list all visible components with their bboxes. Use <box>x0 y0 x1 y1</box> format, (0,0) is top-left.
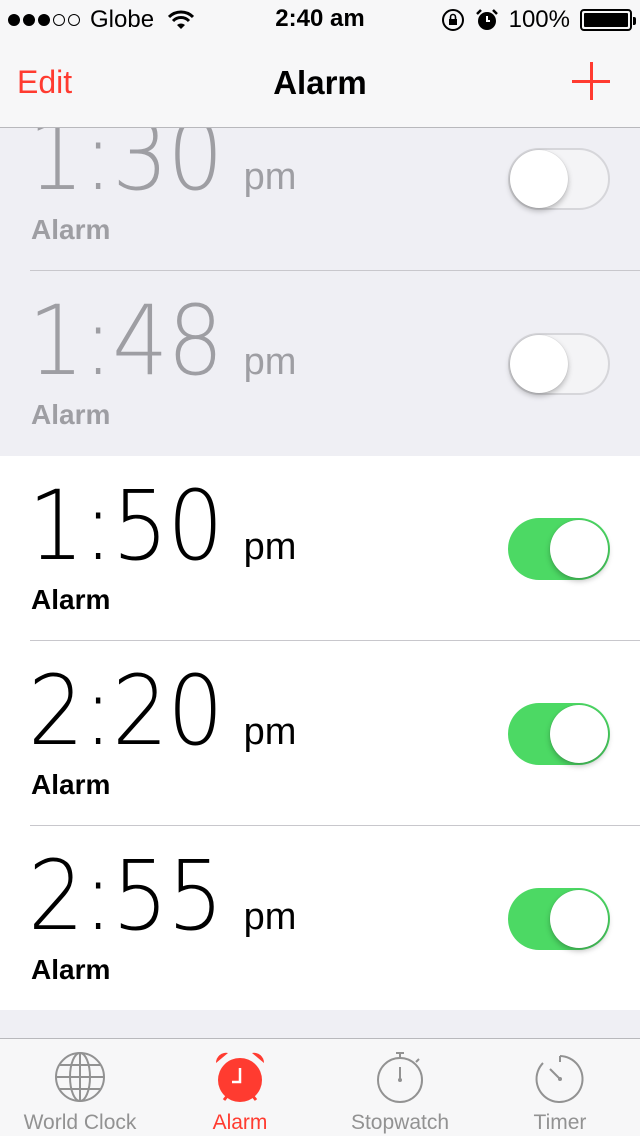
tab-label: Stopwatch <box>350 1111 450 1134</box>
status-bar: Globe 2:40 am 100% <box>0 0 640 40</box>
alarm-time-digits: 1:48 <box>28 285 224 397</box>
navigation-bar: Edit Alarm <box>0 40 640 128</box>
tab-stopwatch[interactable]: Stopwatch <box>320 1039 480 1136</box>
alarm-ampm: pm <box>243 896 297 938</box>
tab-timer[interactable]: Timer <box>480 1039 640 1136</box>
alarm-row[interactable]: 1:50 pm Alarm <box>0 456 640 641</box>
page-title: Alarm <box>273 64 367 101</box>
alarm-ampm: pm <box>243 341 297 383</box>
alarm-time: 2:20 pm <box>28 663 296 759</box>
alarm-row[interactable]: 1:30 pm Alarm <box>0 128 640 271</box>
toggle-knob <box>510 150 568 208</box>
toggle-knob <box>510 335 568 393</box>
alarm-row[interactable]: 1:48 pm Alarm <box>0 271 640 456</box>
alarm-time-digits: 1:30 <box>28 128 224 212</box>
alarm-time: 1:48 pm <box>28 293 296 389</box>
alarm-status-icon <box>475 9 498 30</box>
alarm-toggle[interactable] <box>508 518 610 580</box>
alarm-ampm: pm <box>243 526 297 568</box>
tab-label: Timer <box>533 1111 587 1134</box>
battery-icon <box>580 9 636 31</box>
stopwatch-icon <box>377 1052 423 1103</box>
timer-icon <box>535 1055 584 1103</box>
alarm-toggle[interactable] <box>508 148 610 210</box>
alarm-time: 2:55 pm <box>28 848 296 944</box>
rotation-lock-icon <box>441 9 464 31</box>
toggle-knob <box>550 520 608 578</box>
alarm-time-digits: 2:55 <box>28 840 224 952</box>
tab-alarm[interactable]: Alarm <box>160 1039 320 1136</box>
alarm-list: 1:30 pm Alarm 1:48 pm Alarm 1:50 pm Alar… <box>0 128 640 1010</box>
clock-app-screen: Globe 2:40 am 100% Edit Alarm 1:30 pm Al… <box>0 0 640 1136</box>
alarm-label: Alarm <box>31 399 111 430</box>
toggle-knob <box>550 705 608 763</box>
alarm-ampm: pm <box>243 156 297 198</box>
alarm-label: Alarm <box>31 584 111 615</box>
alarm-toggle[interactable] <box>508 703 610 765</box>
alarm-toggle[interactable] <box>508 888 610 950</box>
status-right: 100% <box>441 6 636 34</box>
globe-icon <box>55 1052 105 1102</box>
alarm-label: Alarm <box>31 954 111 985</box>
alarm-time: 1:30 pm <box>28 128 296 204</box>
alarm-label: Alarm <box>31 214 111 245</box>
alarm-ampm: pm <box>243 711 297 753</box>
add-alarm-button[interactable] <box>572 62 610 100</box>
alarm-row[interactable]: 2:20 pm Alarm <box>0 641 640 826</box>
alarm-toggle[interactable] <box>508 333 610 395</box>
alarm-time: 1:50 pm <box>28 478 296 574</box>
alarm-time-digits: 2:20 <box>28 655 224 767</box>
tab-world-clock[interactable]: World Clock <box>0 1039 160 1136</box>
alarm-clock-icon <box>215 1052 265 1102</box>
toggle-knob <box>550 890 608 948</box>
tab-label: World Clock <box>23 1111 137 1134</box>
alarm-row[interactable]: 2:55 pm Alarm <box>0 826 640 1010</box>
battery-percent: 100% <box>508 6 570 33</box>
alarm-time-digits: 1:50 <box>28 470 224 582</box>
tab-bar: World Clock Alarm Stopwatch Timer <box>0 1038 640 1136</box>
tab-label: Alarm <box>212 1111 268 1134</box>
alarm-label: Alarm <box>31 769 111 800</box>
